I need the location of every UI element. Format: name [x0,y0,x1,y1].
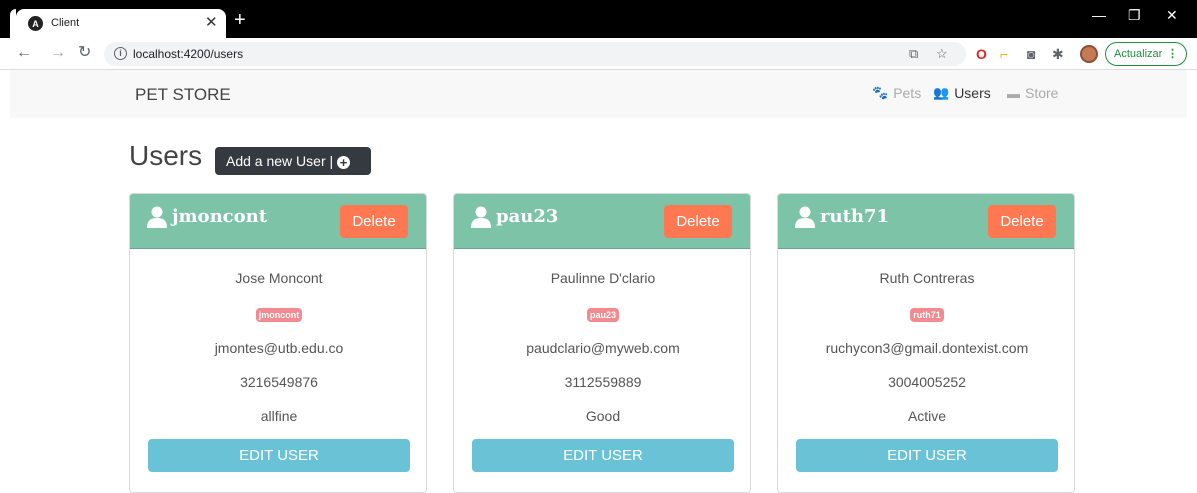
delete-button[interactable]: Delete [664,205,732,238]
username-badge: pau23 [586,308,619,322]
close-window-icon[interactable]: ✕ [1166,7,1178,23]
plus-circle-icon: + [337,156,351,169]
user-status: allfine [260,408,298,424]
bookmark-extension-icon[interactable]: ⌐ [1000,46,1008,62]
nav-link-label: Users [954,85,991,101]
card-header: ruth71 Delete [778,194,1074,249]
restore-icon[interactable]: ❐ [1128,7,1141,23]
full-name: Ruth Contreras [879,270,975,286]
brand[interactable]: PET STORE [135,85,231,105]
store-icon: ▬ [1007,85,1020,101]
email: ruchycon3@gmail.dontexist.com [825,340,1029,356]
browser-tabstrip: A Client ✕ + — ❐ ✕ [0,0,1197,38]
info-icon[interactable]: i [114,47,127,60]
update-label: Actualizar [1114,48,1163,60]
add-user-label: Add a new User | [226,153,334,169]
add-user-button[interactable]: Add a new User | + [215,147,371,175]
username-badge-wrap: ruth71 [778,305,1074,323]
update-button[interactable]: Actualizar ⋮ [1105,42,1187,66]
app-navbar: PET STORE 🐾 Pets 👥 Users ▬ Store [10,70,1187,118]
nav-link-users[interactable]: 👥 Users [933,85,991,101]
browser-toolbar: ← → ↻ i localhost:4200/users ⧉ ☆ [0,38,1197,70]
user-icon [471,206,491,228]
address-bar[interactable]: i localhost:4200/users ⧉ ☆ [104,42,966,66]
phone: 3112559889 [564,374,642,390]
email: jmontes@utb.edu.co [214,340,344,356]
edit-user-button[interactable]: EDIT USER [148,439,410,472]
nav-link-store[interactable]: ▬ Store [1007,85,1058,101]
url-text: localhost:4200/users [133,47,244,61]
username-badge: jmoncont [255,308,303,322]
delete-button[interactable]: Delete [340,205,408,238]
minimize-icon[interactable]: — [1092,7,1106,23]
forward-icon[interactable]: → [50,44,66,62]
card-header: jmoncont Delete [130,194,426,249]
tab-title: Client [51,17,80,29]
page-title: Users [129,140,203,171]
paw-icon: 🐾 [872,85,889,100]
card-header: pau23 Delete [454,194,750,249]
card-username: pau23 [496,206,559,227]
translate-icon[interactable]: ⧉ [909,46,918,62]
username-badge: ruth71 [910,308,944,322]
extensions-puzzle-icon[interactable]: ✱ [1052,46,1064,62]
edit-user-button[interactable]: EDIT USER [796,439,1058,472]
nav-link-pets[interactable]: 🐾 Pets [872,85,921,101]
username-badge-wrap: pau23 [454,305,750,323]
username-badge-wrap: jmoncont [130,305,426,323]
new-tab-icon[interactable]: + [234,10,246,30]
card-username: ruth71 [820,206,890,227]
user-card: pau23 Delete Paulinne D'clario pau23 pau… [453,193,751,493]
browser-tab[interactable]: A Client ✕ [16,9,226,38]
angular-favicon-icon: A [28,16,43,31]
back-icon[interactable]: ← [16,44,32,62]
user-card: jmoncont Delete Jose Moncont jmoncont jm… [129,193,427,493]
user-status: Good [585,408,621,424]
menu-dots-icon: ⋮ [1167,48,1178,60]
user-status: Active [907,408,947,424]
user-icon [795,206,815,228]
edit-user-button[interactable]: EDIT USER [472,439,734,472]
profile-avatar[interactable] [1080,45,1098,63]
bookmark-star-icon[interactable]: ☆ [936,46,948,62]
user-card: ruth71 Delete Ruth Contreras ruth71 ruch… [777,193,1075,493]
phone: 3216549876 [240,374,318,390]
phone: 3004005252 [888,374,966,390]
camera-extension-icon[interactable]: ◙ [1027,46,1035,62]
nav-link-label: Pets [893,85,922,101]
full-name: Jose Moncont [235,270,323,286]
full-name: Paulinne D'clario [550,270,656,286]
opera-extension-icon[interactable]: O [976,46,987,62]
card-username: jmoncont [172,206,268,227]
delete-button[interactable]: Delete [988,205,1056,238]
users-icon: 👥 [933,85,950,100]
reload-icon[interactable]: ↻ [78,44,91,62]
tab-close-icon[interactable]: ✕ [205,14,218,32]
user-icon [147,206,167,228]
email: paudclario@myweb.com [526,340,680,356]
nav-link-label: Store [1025,85,1059,101]
